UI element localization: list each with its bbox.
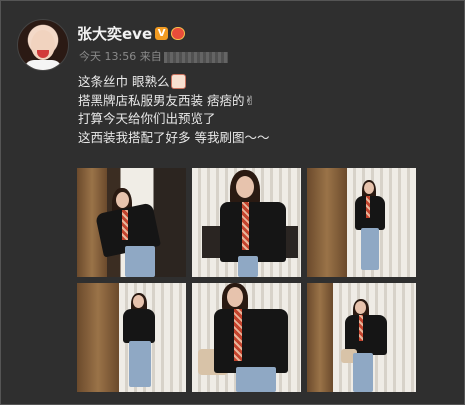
- photo-head: [227, 287, 243, 307]
- photo-blazer: [214, 309, 288, 373]
- username-row: 张大奕eve V: [77, 23, 186, 44]
- fan-badge-icon[interactable]: [171, 27, 186, 40]
- post-text-line-1-text: 这条丝巾 眼熟么: [78, 74, 170, 89]
- post-text-line-2: 搭黑牌店私服男友西装 痞痞的✌: [78, 92, 255, 108]
- photo-grid: [77, 168, 416, 394]
- photo-head: [133, 295, 144, 308]
- post-text: 这条丝巾 眼熟么 搭黑牌店私服男友西装 痞痞的✌ 打算今天给你们出预览了 这西装…: [78, 73, 448, 147]
- user-avatar[interactable]: [17, 19, 69, 71]
- photo-wall: [307, 283, 333, 392]
- post-meta: 今天 13:56 来自: [79, 48, 228, 64]
- photo-jeans: [361, 228, 379, 270]
- photo-blazer: [220, 202, 286, 262]
- photo-thumbnail[interactable]: [307, 168, 416, 277]
- photo-thumbnail[interactable]: [77, 168, 186, 277]
- photo-thumbnail[interactable]: [192, 168, 301, 277]
- photo-scarf: [359, 315, 363, 341]
- post-text-line-3: 打算今天给你们出预览了: [78, 111, 216, 126]
- photo-head: [236, 176, 254, 198]
- photo-jeans: [236, 367, 276, 392]
- photo-blazer: [355, 196, 385, 230]
- photo-scarf: [366, 196, 370, 218]
- photo-head: [364, 182, 374, 194]
- post-source-prefix: 来自: [139, 50, 162, 63]
- emoji-icon: [171, 74, 187, 89]
- photo-wall: [77, 283, 119, 392]
- photo-jeans: [238, 256, 258, 277]
- photo-thumbnail[interactable]: [77, 283, 186, 392]
- avatar-shirt: [24, 60, 62, 70]
- photo-thumbnail[interactable]: [307, 283, 416, 392]
- weibo-post-card: 张大奕eve V 今天 13:56 来自 这条丝巾 眼熟么 搭黑牌店私服男友西装…: [0, 0, 465, 405]
- photo-head: [355, 301, 366, 314]
- photo-thumbnail[interactable]: [192, 283, 301, 392]
- photo-scarf: [122, 210, 128, 240]
- photo-jeans: [125, 246, 155, 277]
- photo-scarf: [234, 309, 242, 361]
- photo-blazer: [123, 309, 155, 343]
- username-link[interactable]: 张大奕eve: [77, 23, 152, 44]
- blurred-source: [163, 51, 228, 63]
- photo-wall: [307, 168, 347, 277]
- verified-badge-icon[interactable]: V: [155, 27, 169, 40]
- photo-jeans: [129, 341, 151, 387]
- photo-scarf: [242, 202, 249, 250]
- post-text-line-4: 这西装我搭配了好多 等我刷图～～: [78, 129, 270, 145]
- photo-jeans: [353, 353, 373, 392]
- photo-head: [116, 192, 129, 208]
- post-text-line-1: 这条丝巾 眼熟么: [78, 73, 448, 92]
- post-time[interactable]: 今天 13:56: [79, 50, 136, 63]
